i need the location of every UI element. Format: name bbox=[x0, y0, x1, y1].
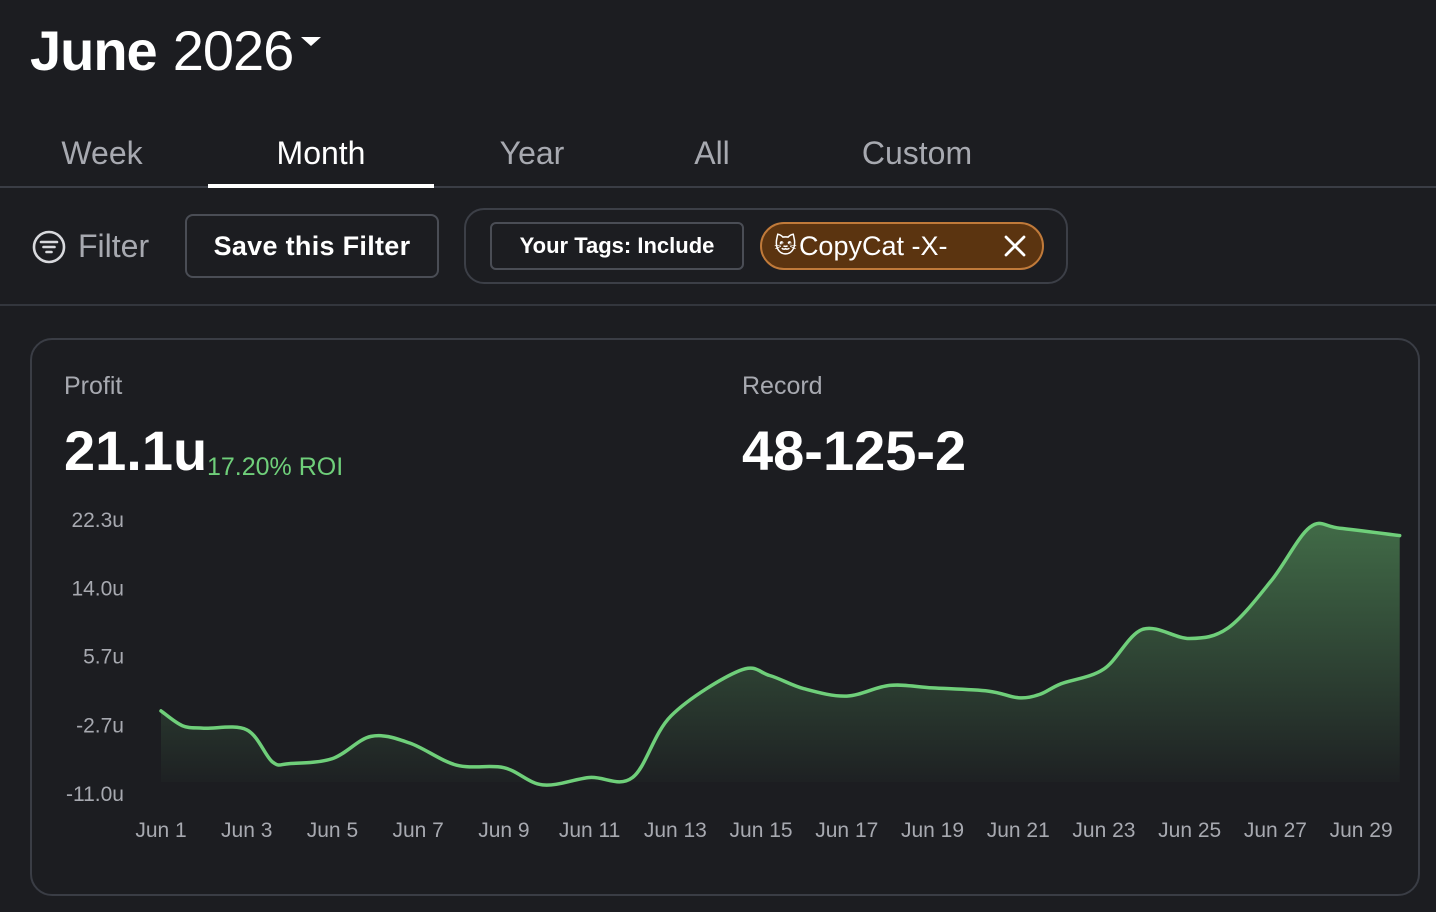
y-tick-label: 14.0u bbox=[71, 577, 124, 600]
active-filter-group: Your Tags: Include 🐱 CopyCat -X- bbox=[464, 208, 1068, 284]
x-tick-label: Jun 13 bbox=[644, 819, 707, 842]
period-tabs: Week Month Year All Custom bbox=[0, 120, 1436, 188]
selected-year: 2026 bbox=[172, 19, 295, 82]
x-tick-label: Jun 29 bbox=[1330, 819, 1393, 842]
tab-year[interactable]: Year bbox=[462, 120, 602, 186]
summary-card: Profit 21.1u 17.20% ROI Record 48-125-2 … bbox=[30, 338, 1420, 896]
save-filter-button[interactable]: Save this Filter bbox=[185, 214, 439, 278]
x-tick-label: Jun 21 bbox=[987, 819, 1050, 842]
x-tick-label: Jun 23 bbox=[1072, 819, 1135, 842]
x-tick-label: Jun 3 bbox=[221, 819, 272, 842]
x-tick-label: Jun 1 bbox=[135, 819, 186, 842]
month-selector[interactable]: June 2026 bbox=[30, 18, 322, 83]
close-icon[interactable] bbox=[1002, 233, 1028, 259]
x-tick-label: Jun 19 bbox=[901, 819, 964, 842]
tag-chip-label: CopyCat -X- bbox=[798, 230, 948, 261]
tab-month[interactable]: Month bbox=[208, 120, 434, 188]
filter-label: Filter bbox=[78, 228, 150, 264]
y-tick-label: 22.3u bbox=[71, 509, 124, 532]
tab-custom[interactable]: Custom bbox=[820, 120, 1014, 186]
selected-month: June bbox=[30, 19, 158, 82]
x-tick-label: Jun 11 bbox=[559, 819, 621, 842]
x-tick-label: Jun 9 bbox=[478, 819, 529, 842]
profit-chart: 22.3u 14.0u 5.7u -2.7u -11.0u Jun 1 Jun 3 Jun … bbox=[66, 509, 1402, 842]
tag-chip[interactable]: 🐱 CopyCat -X- bbox=[760, 222, 1044, 270]
filter-bar: Filter Save this Filter Your Tags: Inclu… bbox=[0, 188, 1436, 306]
x-tick-label: Jun 7 bbox=[392, 819, 443, 842]
profit-area bbox=[161, 523, 1400, 786]
y-tick-label: 5.7u bbox=[83, 646, 124, 669]
tab-all[interactable]: All bbox=[650, 120, 774, 186]
x-tick-label: Jun 15 bbox=[730, 819, 793, 842]
filter-icon bbox=[32, 230, 66, 263]
x-tick-label: Jun 17 bbox=[815, 819, 878, 842]
x-tick-label: Jun 5 bbox=[307, 819, 358, 842]
x-tick-label: Jun 27 bbox=[1244, 819, 1307, 842]
x-tick-label: Jun 25 bbox=[1158, 819, 1221, 842]
filter-button[interactable]: Filter bbox=[32, 228, 149, 265]
tag-include-button[interactable]: Your Tags: Include bbox=[490, 222, 744, 270]
tab-week[interactable]: Week bbox=[22, 120, 182, 186]
y-tick-label: -2.7u bbox=[76, 715, 124, 738]
y-tick-label: -11.0u bbox=[66, 783, 124, 806]
caret-down-icon bbox=[301, 37, 322, 46]
cat-face-icon: 🐱 bbox=[774, 233, 797, 258]
